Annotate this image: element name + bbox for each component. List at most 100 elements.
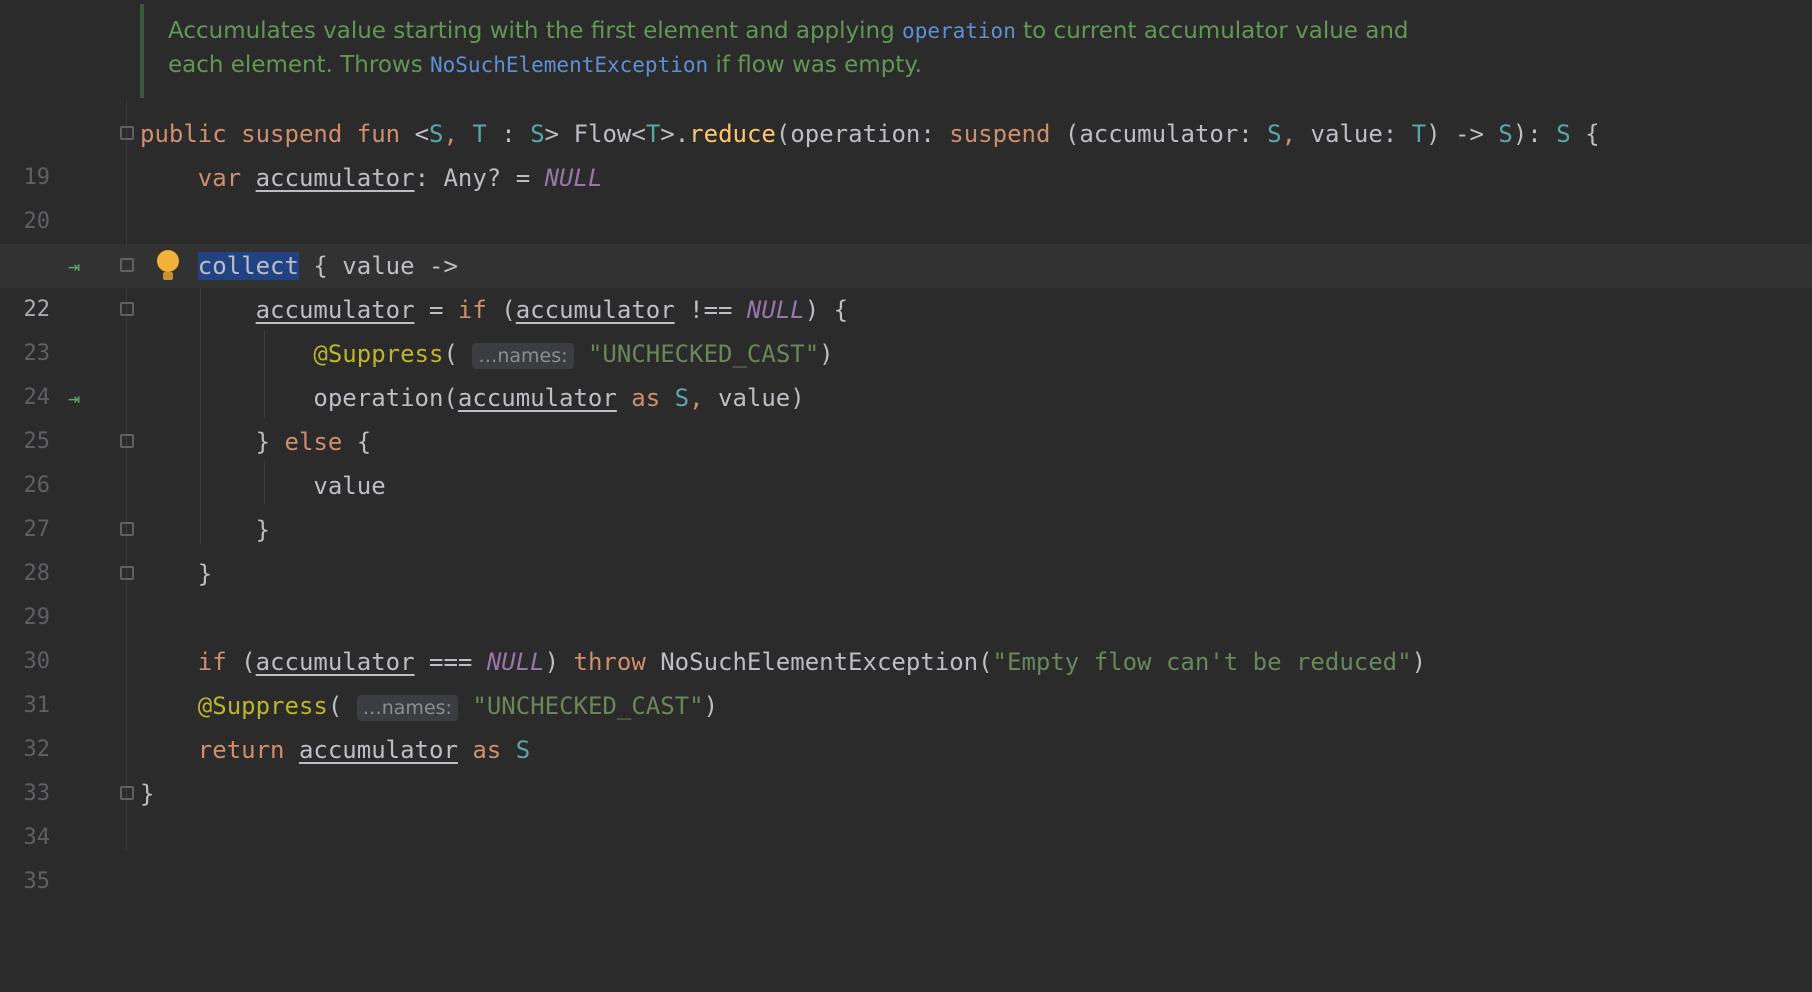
token: >: [544, 120, 574, 148]
token: }: [255, 516, 271, 544]
token: ===: [414, 648, 487, 676]
token: ): [544, 648, 560, 676]
token: ,: [1281, 120, 1297, 148]
token: (: [443, 340, 458, 368]
token: {: [1570, 120, 1600, 148]
token: ) {: [804, 296, 849, 324]
doc-text: to current accumulator value and: [1015, 18, 1409, 44]
token-variable: accumulator: [457, 384, 617, 412]
token-keyword: else: [284, 428, 343, 456]
recursive-call-icon[interactable]: ⇥: [68, 388, 80, 408]
token-type: T: [1411, 120, 1427, 148]
token-type: T: [645, 120, 661, 148]
code-line-20[interactable]: 20 var accumulator: Any? = NULL: [0, 156, 1812, 234]
token: ,: [689, 384, 704, 412]
token: ,: [443, 120, 458, 148]
token-constant: NULL: [746, 296, 805, 324]
fold-marker-icon[interactable]: [120, 302, 134, 316]
token: ) ->: [1426, 120, 1499, 148]
doc-ref-operation[interactable]: operation: [902, 19, 1016, 43]
token: { value ->: [298, 252, 458, 280]
token-selected: collect: [197, 252, 299, 280]
fold-marker-icon[interactable]: [120, 786, 134, 800]
line-number: 35: [23, 869, 51, 894]
code-line-31[interactable]: 31 if (accumulator === NULL) throw NoSuc…: [0, 640, 1812, 718]
token-keyword: public: [140, 120, 227, 148]
doc-text: each element. Throws: [168, 52, 430, 78]
fold-marker-icon[interactable]: [120, 566, 134, 580]
token-function: reduce: [689, 120, 776, 148]
code-line-33[interactable]: 33 return accumulator as S: [0, 728, 1812, 806]
token: (: [486, 296, 516, 324]
code-line-24[interactable]: 24 @Suppress( …names: "UNCHECKED_CAST"): [0, 332, 1812, 410]
token-variable: accumulator: [515, 296, 675, 324]
token-keyword: return: [197, 736, 285, 764]
fold-marker-icon[interactable]: [120, 258, 134, 272]
token: <: [400, 120, 430, 148]
token: {: [342, 428, 372, 456]
token-variable: accumulator: [255, 296, 415, 324]
token-keyword: as: [631, 384, 661, 412]
token-keyword: if: [197, 648, 227, 676]
code-line-34[interactable]: 34 }: [0, 772, 1812, 850]
token: value): [703, 384, 805, 412]
code-line-19[interactable]: 19 public suspend fun <S, T : S> Flow<T>…: [0, 112, 1812, 190]
doc-text: if flow was empty.: [708, 52, 922, 78]
code-line-29[interactable]: 29 }: [0, 552, 1812, 630]
parameter-hint: …names:: [472, 343, 574, 369]
code-editor[interactable]: 19 public suspend fun <S, T : S> Flow<T>…: [0, 112, 1812, 894]
token: }: [255, 428, 285, 456]
code-line-22[interactable]: 22 ⇥ collect { value ->: [0, 244, 1812, 322]
token-variable: accumulator: [298, 736, 458, 764]
token: }: [140, 780, 155, 808]
token: ): [703, 692, 719, 720]
token: (: [327, 692, 343, 720]
recursive-call-icon[interactable]: ⇥: [68, 256, 80, 276]
fold-marker-icon[interactable]: [120, 126, 134, 140]
rendered-doc-comment: Accumulates value starting with the firs…: [140, 4, 1520, 98]
token: ): [819, 340, 834, 368]
token: operation(: [313, 384, 458, 412]
token-variable: accumulator: [255, 648, 415, 676]
token-variable: accumulator: [255, 164, 415, 192]
code-line-27[interactable]: 27 value: [0, 464, 1812, 542]
code-line-28[interactable]: 28 }: [0, 508, 1812, 586]
token: (operation:: [775, 120, 950, 148]
token-type: S: [1556, 120, 1571, 148]
token-string: "UNCHECKED_CAST": [472, 692, 704, 720]
token: !==: [674, 296, 747, 324]
token-type: S: [1498, 120, 1513, 148]
code-line-30[interactable]: 30: [0, 596, 1812, 674]
fold-marker-icon[interactable]: [120, 434, 134, 448]
token-type: T: [472, 120, 487, 148]
token-type: S: [429, 120, 444, 148]
token-keyword: throw: [573, 648, 646, 676]
token-keyword: fun: [356, 120, 401, 148]
token-keyword: if: [457, 296, 487, 324]
token-annotation: @Suppress: [313, 340, 444, 368]
token-string: "Empty flow can't be reduced": [992, 648, 1412, 676]
code-line-35[interactable]: 35: [0, 816, 1812, 894]
code-line-25[interactable]: 25 ⇥ operation(accumulator as S, value): [0, 376, 1812, 454]
token: ):: [1512, 120, 1557, 148]
token: (: [226, 648, 256, 676]
token: value: [313, 472, 386, 500]
code-line-32[interactable]: 32 @Suppress( …names: "UNCHECKED_CAST"): [0, 684, 1812, 762]
token-constant: NULL: [544, 164, 603, 192]
fold-marker-icon[interactable]: [120, 522, 134, 536]
doc-ref-exception[interactable]: NoSuchElementException: [430, 53, 708, 77]
token: NoSuchElementException(: [645, 648, 993, 676]
token: value:: [1296, 120, 1412, 148]
token-type: S: [1267, 120, 1282, 148]
token-keyword: suspend: [241, 120, 343, 148]
code-line-21[interactable]: 21: [0, 200, 1812, 278]
code-line-26[interactable]: 26 } else {: [0, 420, 1812, 498]
token-keyword: suspend: [949, 120, 1051, 148]
token: }: [197, 560, 213, 588]
code-line-23[interactable]: 23 accumulator = if (accumulator !== NUL…: [0, 288, 1812, 366]
token-annotation: @Suppress: [197, 692, 328, 720]
doc-text: Accumulates value starting with the firs…: [168, 18, 903, 44]
token-constant: NULL: [486, 648, 545, 676]
token: (accumulator:: [1050, 120, 1268, 148]
token: =: [414, 296, 458, 324]
